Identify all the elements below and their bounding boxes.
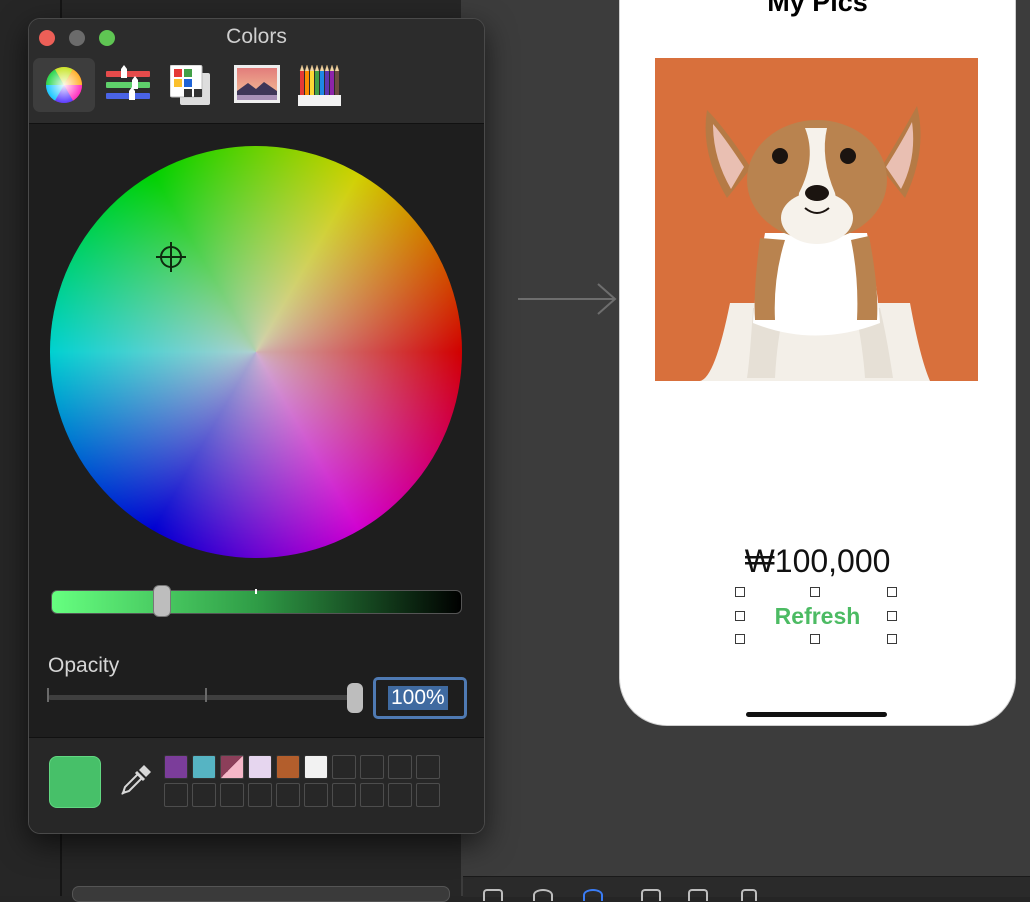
mode-color-sliders[interactable] <box>97 58 159 112</box>
resize-handle[interactable] <box>810 634 820 644</box>
color-swatch[interactable] <box>360 755 384 779</box>
refresh-button[interactable]: Refresh <box>740 599 895 633</box>
color-swatch[interactable] <box>164 783 188 807</box>
pencils-icon <box>298 65 341 106</box>
toolbar-icon[interactable] <box>583 889 603 901</box>
home-indicator <box>746 712 887 717</box>
canvas-bottom-toolbar <box>463 876 1030 901</box>
mode-pencils[interactable] <box>289 58 351 112</box>
color-swatch[interactable] <box>192 755 216 779</box>
resize-handle[interactable] <box>810 587 820 597</box>
phone-screen: My Pics ₩100,000 Refresh <box>619 0 1016 726</box>
color-swatch[interactable] <box>332 783 356 807</box>
bottom-scroll-bar[interactable] <box>72 886 450 902</box>
color-swatch[interactable] <box>304 783 328 807</box>
toolbar-icon[interactable] <box>533 889 553 901</box>
toolbar-icon[interactable] <box>741 889 757 901</box>
color-swatch[interactable] <box>276 755 300 779</box>
opacity-slider[interactable] <box>48 695 360 700</box>
color-swatch[interactable] <box>388 755 412 779</box>
opacity-value: 100% <box>388 686 448 710</box>
color-swatch[interactable] <box>332 755 356 779</box>
price-label: ₩100,000 <box>744 543 891 579</box>
color-wheel[interactable] <box>50 146 462 558</box>
color-swatch[interactable] <box>416 783 440 807</box>
mode-color-palettes[interactable] <box>161 58 223 112</box>
resize-handle[interactable] <box>887 634 897 644</box>
resize-handle[interactable] <box>735 634 745 644</box>
brightness-tick <box>255 589 257 594</box>
color-swatch[interactable] <box>360 783 384 807</box>
color-swatch[interactable] <box>220 755 244 779</box>
eyedropper-icon[interactable] <box>118 764 152 798</box>
color-swatch[interactable] <box>388 783 412 807</box>
toolbar-icon[interactable] <box>688 889 708 901</box>
color-swatch[interactable] <box>276 783 300 807</box>
opacity-slider-knob[interactable] <box>347 683 363 713</box>
color-swatch[interactable] <box>248 755 272 779</box>
opacity-label: Opacity <box>48 654 120 677</box>
colors-panel: Colors Opacity 100% <box>28 18 485 834</box>
color-swatch[interactable] <box>248 783 272 807</box>
mode-color-wheel[interactable] <box>33 58 95 112</box>
panel-titlebar: Colors <box>29 19 484 124</box>
color-swatch[interactable] <box>416 755 440 779</box>
crosshair-icon[interactable] <box>156 242 186 272</box>
image-palette-icon <box>234 65 280 103</box>
color-swatch[interactable] <box>192 783 216 807</box>
toolbar-icon[interactable] <box>641 889 661 901</box>
opacity-field[interactable]: 100% <box>373 677 467 719</box>
opacity-tick <box>47 688 49 702</box>
color-swatch[interactable] <box>164 755 188 779</box>
brightness-slider-knob[interactable] <box>153 585 172 617</box>
color-swatch[interactable] <box>304 755 328 779</box>
opacity-tick <box>205 688 207 702</box>
panel-title: Colors <box>226 25 287 48</box>
puppy-image <box>655 58 978 381</box>
palettes-icon <box>170 65 210 105</box>
color-wheel-icon <box>45 66 83 104</box>
mode-image-palettes[interactable] <box>225 58 287 112</box>
segue-arrow-icon <box>518 283 617 315</box>
sliders-icon <box>106 65 150 100</box>
current-color-well[interactable] <box>49 756 101 808</box>
puppy-photo[interactable] <box>655 58 978 381</box>
toolbar-icon[interactable] <box>483 889 503 901</box>
resize-handle[interactable] <box>735 587 745 597</box>
color-swatch[interactable] <box>220 783 244 807</box>
resize-handle[interactable] <box>887 587 897 597</box>
screen-title: My Pics <box>767 0 868 17</box>
